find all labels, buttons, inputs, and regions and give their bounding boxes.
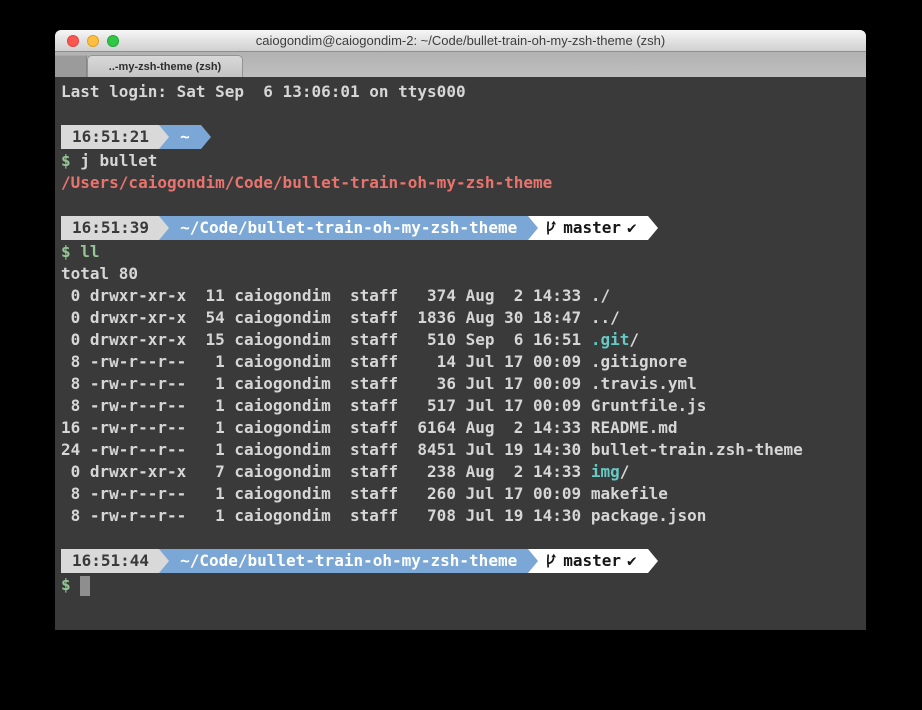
zoom-button[interactable] (107, 35, 119, 47)
file-name: ../ (591, 308, 620, 327)
powerline-arrow-icon (648, 549, 658, 573)
file-row: 0 drwxr-xr-x 11 caiogondim staff 374 Aug… (61, 285, 866, 307)
directory-segment: ~ (169, 125, 201, 149)
file-name: makefile (591, 484, 668, 503)
file-row: 8 -rw-r--r-- 1 caiogondim staff 708 Jul … (61, 505, 866, 527)
minimize-button[interactable] (87, 35, 99, 47)
blank-line (61, 194, 866, 215)
file-name: .travis.yml (591, 374, 697, 393)
git-status-icon: ✔ (627, 549, 637, 573)
git-branch-label: master (563, 549, 621, 573)
tab-bar: ..-my-zsh-theme (zsh) (55, 52, 866, 77)
file-row: 8 -rw-r--r-- 1 caiogondim staff 14 Jul 1… (61, 351, 866, 373)
directory-name: .git (591, 330, 630, 349)
file-name: Gruntfile.js (591, 396, 707, 415)
git-status-icon: ✔ (627, 216, 637, 240)
file-row: 16 -rw-r--r-- 1 caiogondim staff 6164 Au… (61, 417, 866, 439)
titlebar[interactable]: caiogondim@caiogondim-2: ~/Code/bullet-t… (55, 30, 866, 52)
list-total-line: total 80 (61, 263, 866, 285)
file-name: bullet-train.zsh-theme (591, 440, 803, 459)
directory-name: img (591, 462, 620, 481)
command-line: $ ll (61, 241, 866, 263)
traffic-lights (67, 35, 119, 47)
file-name: .gitignore (591, 352, 687, 371)
file-row: 8 -rw-r--r-- 1 caiogondim staff 517 Jul … (61, 395, 866, 417)
time-segment: 16:51:44 (61, 549, 159, 573)
tab-stub (55, 55, 87, 77)
window-title: caiogondim@caiogondim-2: ~/Code/bullet-t… (55, 30, 866, 51)
terminal-screen[interactable]: Last login: Sat Sep 6 13:06:01 on ttys00… (55, 77, 866, 630)
directory-segment: ~/Code/bullet-train-oh-my-zsh-theme (169, 549, 528, 573)
powerline-arrow-icon (528, 549, 538, 573)
tab-zsh[interactable]: ..-my-zsh-theme (zsh) (87, 55, 243, 77)
file-name: package.json (591, 506, 707, 525)
file-row: 8 -rw-r--r-- 1 caiogondim staff 260 Jul … (61, 483, 866, 505)
input-line[interactable]: $ (61, 574, 866, 596)
git-branch-label: master (563, 216, 621, 240)
powerline-arrow-icon (159, 549, 169, 573)
tab-label: ..-my-zsh-theme (zsh) (109, 61, 221, 73)
blank-line (61, 103, 866, 124)
directory-segment: ~/Code/bullet-train-oh-my-zsh-theme (169, 216, 528, 240)
blank-line (61, 527, 866, 548)
prompt-symbol: $ (61, 151, 71, 170)
prompt-row: 16:51:21 ~ (61, 124, 866, 150)
prompt-symbol: $ (61, 242, 71, 261)
powerline-arrow-icon (159, 125, 169, 149)
text-cursor (80, 576, 90, 596)
git-segment: master ✔ (538, 216, 647, 240)
prompt-row: 16:51:39 ~/Code/bullet-train-oh-my-zsh-t… (61, 215, 866, 241)
command-text: ll (80, 242, 99, 261)
powerline-arrow-icon (648, 216, 658, 240)
file-name: README.md (591, 418, 678, 437)
powerline-arrow-icon (528, 216, 538, 240)
git-segment: master ✔ (538, 549, 647, 573)
close-button[interactable] (67, 35, 79, 47)
time-segment: 16:51:39 (61, 216, 159, 240)
powerline-arrow-icon (201, 125, 211, 149)
prompt-symbol: $ (61, 575, 71, 594)
terminal-window: caiogondim@caiogondim-2: ~/Code/bullet-t… (55, 30, 866, 630)
time-segment: 16:51:21 (61, 125, 159, 149)
file-row: 0 drwxr-xr-x 54 caiogondim staff 1836 Au… (61, 307, 866, 329)
file-row: 0 drwxr-xr-x 7 caiogondim staff 238 Aug … (61, 461, 866, 483)
command-output-line: /Users/caiogondim/Code/bullet-train-oh-m… (61, 172, 866, 194)
command-text: j bullet (80, 151, 157, 170)
git-branch-icon (545, 220, 557, 236)
file-row: 0 drwxr-xr-x 15 caiogondim staff 510 Sep… (61, 329, 866, 351)
git-branch-icon (545, 553, 557, 569)
prompt-row: 16:51:44 ~/Code/bullet-train-oh-my-zsh-t… (61, 548, 866, 574)
powerline-arrow-icon (159, 216, 169, 240)
last-login-line: Last login: Sat Sep 6 13:06:01 on ttys00… (61, 81, 866, 103)
command-line: $ j bullet (61, 150, 866, 172)
file-row: 24 -rw-r--r-- 1 caiogondim staff 8451 Ju… (61, 439, 866, 461)
file-row: 8 -rw-r--r-- 1 caiogondim staff 36 Jul 1… (61, 373, 866, 395)
file-name: ./ (591, 286, 610, 305)
